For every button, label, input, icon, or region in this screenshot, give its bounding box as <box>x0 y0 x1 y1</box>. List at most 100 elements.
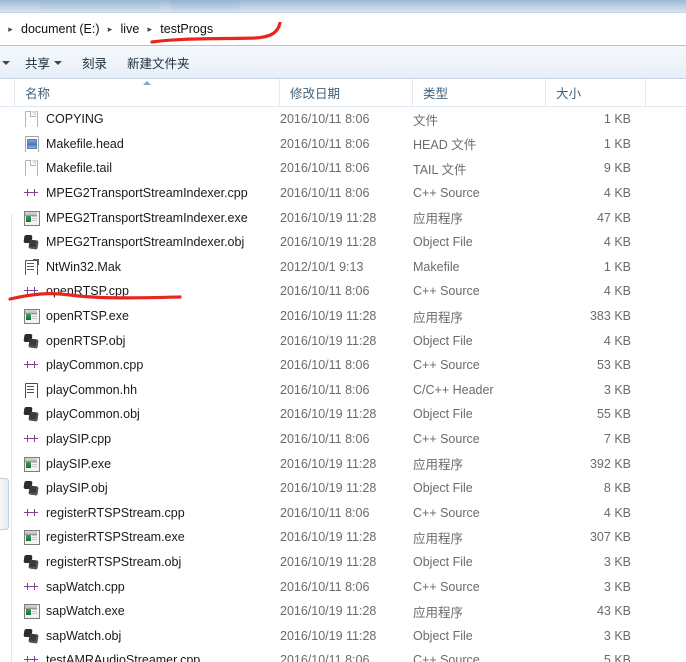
file-name-cell[interactable]: MPEG2TransportStreamIndexer.exe <box>0 210 280 226</box>
table-row[interactable]: playCommon.cpp 2016/10/11 8:06 C++ Source 5… <box>0 353 686 378</box>
file-name-cell[interactable]: openRTSP.exe <box>0 308 280 325</box>
table-row[interactable]: registerRTSPStream.obj 2016/10/19 11:28 Ob… <box>0 550 686 575</box>
table-row[interactable]: playSIP.exe 2016/10/19 11:28 应用程序 392 KB <box>0 451 686 476</box>
exe-file-icon <box>23 456 40 472</box>
table-row[interactable]: sapWatch.obj 2016/10/19 11:28 Object File 3… <box>0 623 686 648</box>
file-name-cell[interactable]: sapWatch.obj <box>0 628 280 644</box>
file-name-cell[interactable]: playCommon.obj <box>0 406 280 422</box>
file-date-cell: 2016/10/11 8:06 <box>280 432 370 447</box>
burn-button[interactable]: 刻录 <box>73 50 116 74</box>
file-date-cell: 2016/10/11 8:06 <box>280 505 370 520</box>
file-name-label: MPEG2TransportStreamIndexer.exe <box>46 210 248 225</box>
file-name-cell[interactable]: sapWatch.cpp <box>0 579 280 595</box>
file-type-cell: C++ Source <box>413 653 480 662</box>
file-list[interactable]: COPYING 2016/10/11 8:06 文件 1 KB Makefile.hea… <box>0 107 686 662</box>
file-name-cell[interactable]: registerRTSPStream.exe <box>0 529 280 546</box>
organize-menu-button[interactable] <box>0 50 14 74</box>
table-row[interactable]: sapWatch.cpp 2016/10/11 8:06 C++ Source 3 K… <box>0 574 686 599</box>
file-name-cell[interactable]: playCommon.hh <box>0 382 280 398</box>
file-name-cell[interactable]: Makefile.tail <box>0 160 280 177</box>
file-size-cell: 7 KB <box>603 432 631 447</box>
table-row[interactable]: Makefile.head 2016/10/11 8:06 HEAD 文件 1 KB <box>0 132 686 157</box>
table-row[interactable]: playSIP.cpp 2016/10/11 8:06 C++ Source 7 KB <box>0 427 686 452</box>
table-row[interactable]: Makefile.tail 2016/10/11 8:06 TAIL 文件 9 KB <box>0 156 686 181</box>
file-type-cell: TAIL 文件 <box>413 162 467 177</box>
file-type-cell: C/C++ Header <box>413 382 494 397</box>
file-date-cell: 2016/10/19 11:28 <box>280 628 377 643</box>
share-menu-button[interactable]: 共享 <box>16 50 71 74</box>
file-type-cell: 应用程序 <box>413 605 464 620</box>
exe-file-icon <box>23 603 40 620</box>
table-row[interactable]: registerRTSPStream.cpp 2016/10/11 8:06 C++… <box>0 501 686 526</box>
table-row[interactable]: NtWin32.Mak 2012/10/1 9:13 Makefile 1 KB <box>0 255 686 280</box>
breadcrumb-item-drive[interactable]: document (E:) <box>17 19 104 39</box>
table-row[interactable]: MPEG2TransportStreamIndexer.obj 2016/10/1… <box>0 230 686 255</box>
breadcrumb[interactable]: ▸ document (E:) ▸ live ▸ testProgs <box>0 18 217 40</box>
table-row[interactable]: playCommon.obj 2016/10/19 11:28 Object Fil… <box>0 402 686 427</box>
file-size-cell: 4 KB <box>603 284 631 299</box>
file-name-label: Makefile.tail <box>46 161 112 176</box>
file-size-cell: 4 KB <box>603 186 631 201</box>
table-row[interactable]: playCommon.hh 2016/10/11 8:06 C/C++ Header… <box>0 378 686 403</box>
breadcrumb-item-live[interactable]: live <box>117 19 144 39</box>
table-row[interactable]: registerRTSPStream.exe 2016/10/19 11:28 应用… <box>0 525 686 550</box>
mak-file-icon <box>23 258 39 275</box>
file-date-cell: 2016/10/19 11:28 <box>280 604 377 619</box>
file-name-label: Makefile.head <box>46 136 124 151</box>
file-name-cell[interactable]: openRTSP.obj <box>0 333 280 349</box>
file-type-cell: Object File <box>413 628 473 643</box>
table-row[interactable]: MPEG2TransportStreamIndexer.cpp 2016/10/1… <box>0 181 686 206</box>
file-name-cell[interactable]: registerRTSPStream.cpp <box>0 505 280 521</box>
file-type-cell: 应用程序 <box>413 212 464 227</box>
table-row[interactable]: openRTSP.cpp 2016/10/11 8:06 C++ Source 4 K… <box>0 279 686 304</box>
address-bar[interactable]: ▸ document (E:) ▸ live ▸ testProgs <box>0 12 686 46</box>
file-date-cell: 2016/10/11 8:06 <box>280 112 370 127</box>
file-name-cell[interactable]: playSIP.obj <box>0 480 280 496</box>
hdr-file-icon <box>23 382 39 398</box>
chevron-right-icon[interactable]: ▸ <box>143 20 156 38</box>
doc-file-icon <box>23 160 39 177</box>
obj-file-icon <box>23 234 39 250</box>
file-name-label: registerRTSPStream.exe <box>46 530 185 545</box>
file-type-cell: Object File <box>413 235 473 250</box>
cpp-file-icon <box>23 431 39 447</box>
table-row[interactable]: testAMRAudioStreamer.cpp 2016/10/11 8:06 C… <box>0 648 686 662</box>
file-name-cell[interactable]: registerRTSPStream.obj <box>0 554 280 570</box>
breadcrumb-item-testprogs[interactable]: testProgs <box>156 19 217 39</box>
table-row[interactable]: MPEG2TransportStreamIndexer.exe 2016/10/1… <box>0 205 686 230</box>
column-header-size-label: 大小 <box>556 87 582 101</box>
navigation-pane-splitter-handle[interactable] <box>0 478 9 530</box>
column-header-type[interactable]: 类型 <box>413 79 546 106</box>
file-name-cell[interactable]: MPEG2TransportStreamIndexer.obj <box>0 234 280 250</box>
file-name-cell[interactable]: MPEG2TransportStreamIndexer.cpp <box>0 185 280 201</box>
file-name-label: registerRTSPStream.cpp <box>46 505 185 520</box>
file-name-cell[interactable]: Makefile.head <box>0 135 280 152</box>
file-name-cell[interactable]: NtWin32.Mak <box>0 258 280 275</box>
file-name-label: playSIP.obj <box>46 481 108 496</box>
table-row[interactable]: openRTSP.exe 2016/10/19 11:28 应用程序 383 KB <box>0 304 686 329</box>
file-name-cell[interactable]: openRTSP.cpp <box>0 283 280 299</box>
table-row[interactable]: sapWatch.exe 2016/10/19 11:28 应用程序 43 KB <box>0 599 686 624</box>
table-row[interactable]: playSIP.obj 2016/10/19 11:28 Object File 8 … <box>0 476 686 501</box>
column-header-size[interactable]: 大小 <box>546 79 646 106</box>
file-date-cell: 2016/10/11 8:06 <box>280 579 370 594</box>
table-row[interactable]: openRTSP.obj 2016/10/19 11:28 Object File 4… <box>0 328 686 353</box>
new-folder-button[interactable]: 新建文件夹 <box>118 50 199 74</box>
file-name-cell[interactable]: playCommon.cpp <box>0 357 280 373</box>
file-size-cell: 3 KB <box>603 579 631 594</box>
obj-file-icon <box>23 406 39 422</box>
file-name-cell[interactable]: playSIP.cpp <box>0 431 280 447</box>
column-header-spacer <box>646 79 686 106</box>
chevron-right-icon[interactable]: ▸ <box>104 20 117 38</box>
file-name-cell[interactable]: playSIP.exe <box>0 456 280 472</box>
file-type-cell: C++ Source <box>413 505 480 520</box>
table-row[interactable]: COPYING 2016/10/11 8:06 文件 1 KB <box>0 107 686 132</box>
file-name-label: playCommon.obj <box>46 407 140 422</box>
column-header-date[interactable]: 修改日期 <box>280 79 413 106</box>
column-header-name[interactable]: 名称 <box>14 79 280 106</box>
file-size-cell: 47 KB <box>596 210 631 225</box>
file-type-cell: Object File <box>413 407 473 422</box>
file-name-cell[interactable]: sapWatch.exe <box>0 603 280 620</box>
file-name-cell[interactable]: COPYING <box>0 111 280 128</box>
file-name-cell[interactable]: testAMRAudioStreamer.cpp <box>0 652 280 662</box>
